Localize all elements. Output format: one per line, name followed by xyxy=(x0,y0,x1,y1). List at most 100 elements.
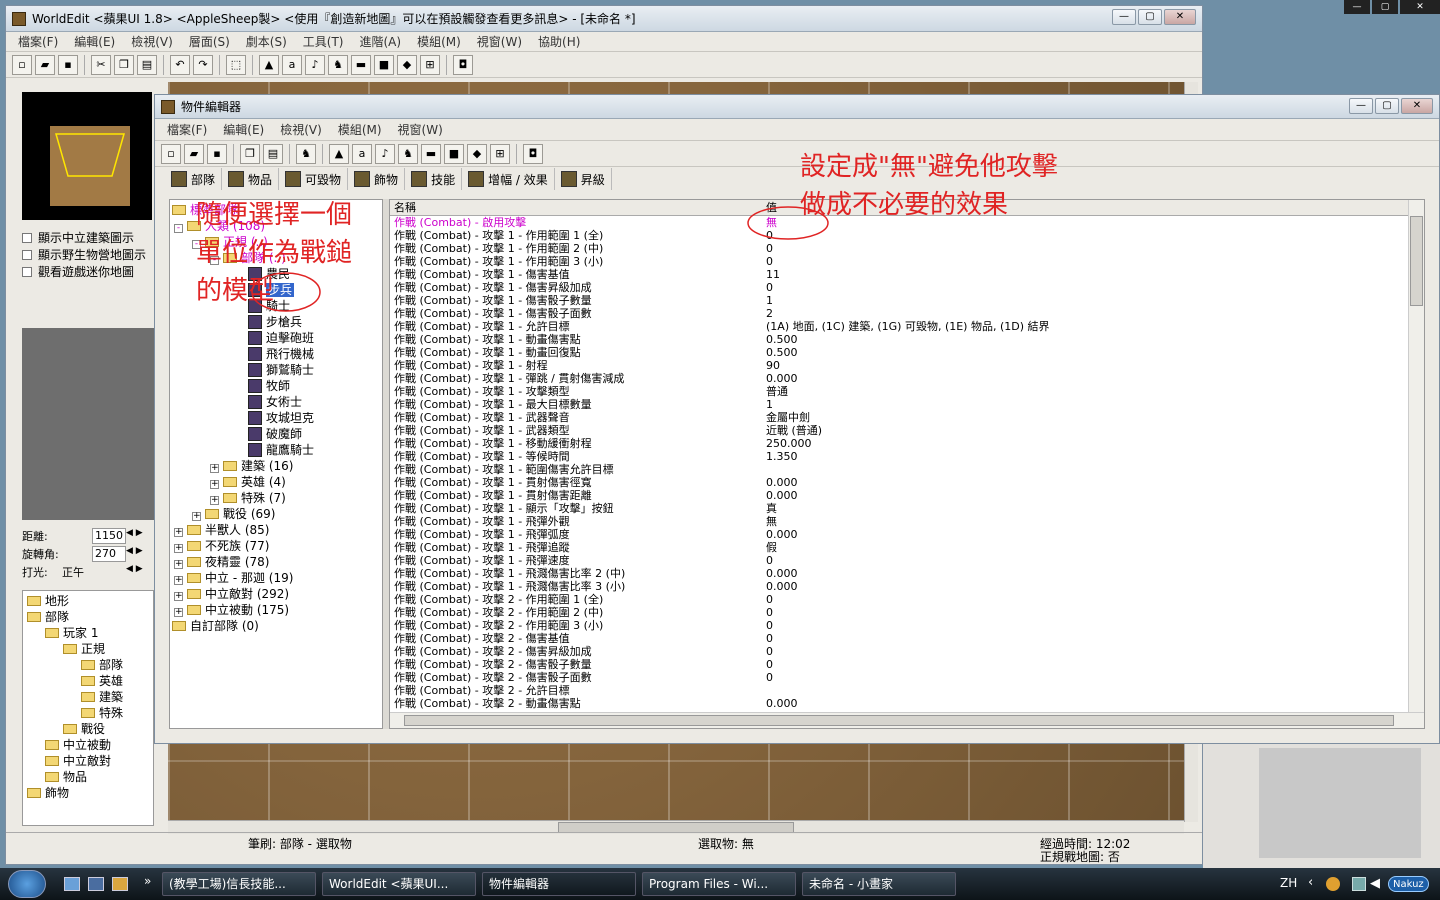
tree-item-heroes[interactable]: 英雄 xyxy=(81,673,123,689)
tree-unit-flying-machine[interactable]: 飛行機械 xyxy=(248,346,314,362)
distance-field[interactable]: 1150 xyxy=(92,528,126,544)
tree-unit-dragonhawk-rider[interactable]: 龍鷹騎士 xyxy=(248,442,314,458)
close-icon[interactable]: ✕ xyxy=(1164,9,1196,25)
tree-item-heroes[interactable]: + 英雄 (4) xyxy=(210,474,286,490)
tree-item-terrain[interactable]: 地形 xyxy=(27,593,69,609)
tree-item-buildings[interactable]: + 建築 (16) xyxy=(210,458,293,474)
sound-editor-icon[interactable]: ♪ xyxy=(375,143,395,164)
property-row[interactable]: 作戰 (Combat) - 攻擊 1 - 顯示「攻擊」按鈕 真 xyxy=(390,502,1424,515)
property-value[interactable]: 0 xyxy=(766,632,1424,645)
menu-scenario[interactable]: 劇本(S) xyxy=(238,33,295,50)
tree-item-orc[interactable]: + 半獸人 (85) xyxy=(174,522,269,538)
tray-chevron-icon[interactable]: ‹ xyxy=(1308,875,1313,890)
task-object-editor[interactable]: 物件編輯器 xyxy=(482,872,636,896)
property-value[interactable]: 90 xyxy=(766,359,1424,372)
oe-menu-edit[interactable]: 編輯(E) xyxy=(215,121,272,138)
column-header-name[interactable]: 名稱 xyxy=(390,200,766,215)
property-row[interactable]: 作戰 (Combat) - 攻擊 1 - 武器類型 近戰 (普通) xyxy=(390,424,1424,437)
tree-unit-spell-breaker[interactable]: 破魔師 xyxy=(248,426,302,442)
expand-icon[interactable]: + xyxy=(174,528,183,537)
property-value[interactable]: 0 xyxy=(766,255,1424,268)
terrain-editor-icon[interactable]: ▲ xyxy=(259,54,279,75)
checkbox[interactable] xyxy=(22,267,32,277)
property-row[interactable]: 作戰 (Combat) - 攻擊 2 - 允許目標 xyxy=(390,684,1424,697)
light-value[interactable]: 正午 xyxy=(62,564,84,580)
expand-icon[interactable]: + xyxy=(174,560,183,569)
minimize-icon[interactable]: — xyxy=(1344,0,1370,14)
sound-editor-icon[interactable]: ♪ xyxy=(305,54,325,75)
property-row[interactable]: 作戰 (Combat) - 攻擊 1 - 動畫回復點 0.500 xyxy=(390,346,1424,359)
select-region-icon[interactable]: ⬚ xyxy=(226,54,246,75)
task-explorer[interactable]: Program Files - Wi... xyxy=(642,872,796,896)
show-creep-camps-option[interactable]: 顯示野生物營地圖示 xyxy=(22,247,146,264)
expand-icon[interactable]: + xyxy=(210,464,219,473)
expand-icon[interactable]: + xyxy=(210,480,219,489)
menu-view[interactable]: 檢視(V) xyxy=(123,33,181,50)
task-paint[interactable]: 未命名 - 小畫家 xyxy=(802,872,956,896)
property-row[interactable]: 作戰 (Combat) - 攻擊 2 - 傷害基值 0 xyxy=(390,632,1424,645)
terrain-editor-icon[interactable]: ▲ xyxy=(329,143,349,164)
property-row[interactable]: 作戰 (Combat) - 攻擊 2 - 傷害昇級加成 0 xyxy=(390,645,1424,658)
menu-layer[interactable]: 層面(S) xyxy=(181,33,238,50)
tab-destructibles[interactable]: 可毀物 xyxy=(279,168,349,190)
tree-item-custom-units[interactable]: 自訂部隊 (0) xyxy=(172,618,259,634)
checkbox[interactable] xyxy=(22,250,32,260)
property-value[interactable]: 0 xyxy=(766,671,1424,684)
property-row[interactable]: 作戰 (Combat) - 攻擊 1 - 作用範圍 3 (小) 0 xyxy=(390,255,1424,268)
vscroll-thumb[interactable] xyxy=(1410,216,1423,306)
property-value[interactable]: (1A) 地面, (1C) 建築, (1G) 可毀物, (1E) 物品, (1D… xyxy=(766,320,1424,333)
quicklaunch-media-icon[interactable] xyxy=(112,877,128,891)
property-row[interactable]: 作戰 (Combat) - 攻擊 1 - 彈跳 / 貫射傷害減成 0.000 xyxy=(390,372,1424,385)
maximize-icon[interactable]: ▢ xyxy=(1372,0,1398,14)
menu-help[interactable]: 協助(H) xyxy=(530,33,588,50)
property-value[interactable] xyxy=(766,684,1424,697)
tree-item-campaign[interactable]: + 戰役 (69) xyxy=(192,506,275,522)
grid-hscrollbar[interactable] xyxy=(390,712,1424,728)
property-row[interactable]: 作戰 (Combat) - 攻擊 1 - 武器聲音 金屬中劍 xyxy=(390,411,1424,424)
test-map-icon[interactable]: ◘ xyxy=(523,143,543,164)
tray-badge[interactable]: Nakuz xyxy=(1388,876,1429,892)
quicklaunch-window-icon[interactable] xyxy=(88,877,104,891)
trigger-editor-icon[interactable]: a xyxy=(352,143,372,164)
start-button[interactable] xyxy=(8,870,46,898)
tab-abilities[interactable]: 技能 xyxy=(405,168,463,190)
property-value[interactable]: 1 xyxy=(766,398,1424,411)
task-browser[interactable]: (教學工場)信長技能... xyxy=(162,872,316,896)
menu-module[interactable]: 模組(M) xyxy=(409,33,469,50)
quicklaunch-more-icon[interactable]: » xyxy=(144,874,151,888)
property-row[interactable]: 作戰 (Combat) - 攻擊 2 - 動畫傷害點 0.000 xyxy=(390,697,1424,710)
tray-volume-icon[interactable]: ◀ xyxy=(1370,876,1380,891)
property-value[interactable]: 0 xyxy=(766,554,1424,567)
oe-menu-window[interactable]: 視窗(W) xyxy=(390,121,451,138)
maximize-icon[interactable]: ▢ xyxy=(1138,9,1162,25)
tree-item-special[interactable]: 特殊 xyxy=(81,705,123,721)
new-icon[interactable]: ▫ xyxy=(161,143,181,164)
copy-icon[interactable]: ❐ xyxy=(240,143,260,164)
language-indicator[interactable]: ZH xyxy=(1280,876,1297,890)
property-value[interactable]: 0 xyxy=(766,242,1424,255)
tab-upgrades[interactable]: 昇級 xyxy=(555,168,612,190)
property-row[interactable]: 作戰 (Combat) - 攻擊 2 - 傷害骰子面數 0 xyxy=(390,671,1424,684)
property-row[interactable]: 作戰 (Combat) - 攻擊 1 - 移動緩衝射程 250.000 xyxy=(390,437,1424,450)
collapse-icon[interactable]: - xyxy=(174,224,183,233)
minimize-icon[interactable]: — xyxy=(1349,98,1373,114)
ai-editor-icon[interactable]: ■ xyxy=(444,143,464,164)
property-row[interactable]: 作戰 (Combat) - 攻擊 1 - 飛濺傷害比率 3 (小) 0.000 xyxy=(390,580,1424,593)
tree-unit-sorceress[interactable]: 女術士 xyxy=(248,394,302,410)
copy-icon[interactable]: ❐ xyxy=(114,54,134,75)
property-row[interactable]: 作戰 (Combat) - 攻擊 1 - 傷害昇級加成 0 xyxy=(390,281,1424,294)
property-row[interactable]: 作戰 (Combat) - 攻擊 1 - 傷害基值 11 xyxy=(390,268,1424,281)
trigger-editor-icon[interactable]: a xyxy=(282,54,302,75)
tree-unit-priest[interactable]: 牧師 xyxy=(248,378,290,394)
property-value[interactable]: 1 xyxy=(766,294,1424,307)
game-minimap-option[interactable]: 觀看遊戲迷你地圖 xyxy=(22,264,146,281)
property-value[interactable]: 0.500 xyxy=(766,333,1424,346)
tree-item-neutral-passive[interactable]: + 中立被動 (175) xyxy=(174,602,289,618)
property-row[interactable]: 作戰 (Combat) - 攻擊 1 - 作用範圍 2 (中) 0 xyxy=(390,242,1424,255)
undo-icon[interactable]: ↶ xyxy=(170,54,190,75)
tray-network-icon[interactable] xyxy=(1352,877,1366,891)
property-row[interactable]: 作戰 (Combat) - 攻擊 1 - 飛濺傷害比率 2 (中) 0.000 xyxy=(390,567,1424,580)
tree-item-neutral-hostile[interactable]: 中立敵對 xyxy=(45,753,111,769)
property-row[interactable]: 作戰 (Combat) - 攻擊 1 - 範圍傷害允許目標 xyxy=(390,463,1424,476)
save-icon[interactable]: ▪ xyxy=(207,143,227,164)
